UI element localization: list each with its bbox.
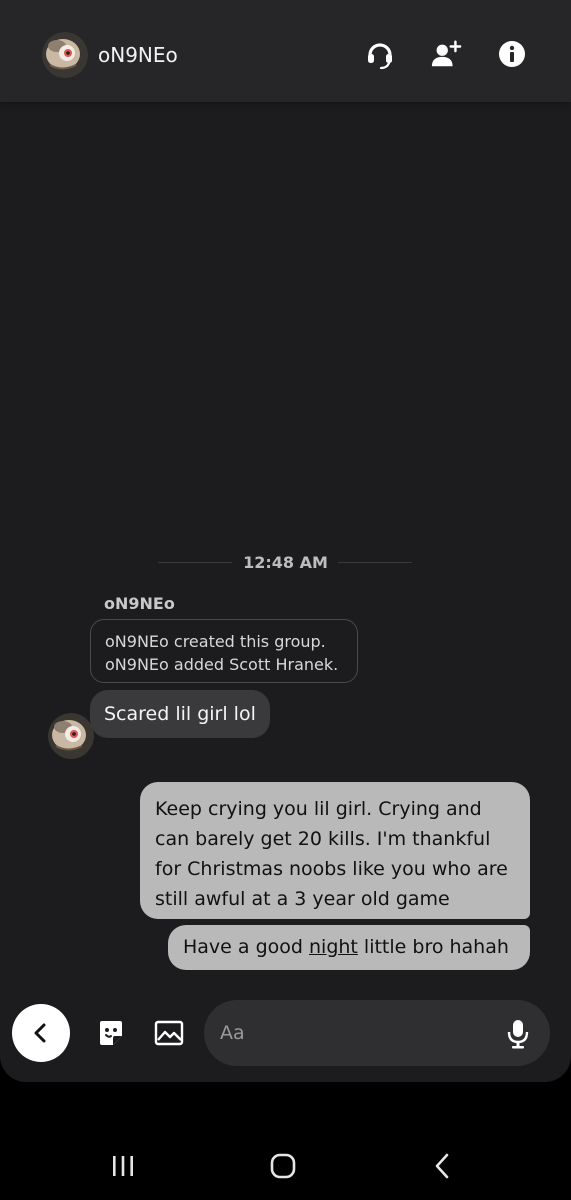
timestamp-divider: 12:48 AM	[0, 552, 571, 574]
message-input-container[interactable]	[204, 1000, 550, 1066]
message-line: can barely get 20 kills. I'm thankful	[155, 828, 491, 850]
image-icon[interactable]	[154, 1018, 184, 1048]
sender-avatar[interactable]	[48, 713, 94, 759]
group-avatar[interactable]	[42, 32, 88, 78]
message-composer	[0, 998, 571, 1074]
add-friend-icon[interactable]	[430, 38, 462, 70]
back-icon	[34, 1023, 46, 1043]
message-text: Have a good	[183, 936, 309, 958]
home-icon[interactable]	[263, 1146, 303, 1186]
nav-back-icon[interactable]	[423, 1146, 463, 1186]
chat-area: oN9NEo 12:48 AM oN9NEo oN9NEo created th…	[0, 0, 571, 1082]
timestamp: 12:48 AM	[243, 553, 328, 572]
screen: oN9NEo 12:48 AM oN9NEo oN9NEo created th…	[0, 0, 571, 1200]
message-text: little bro hahah	[357, 936, 509, 958]
outgoing-message-bubble[interactable]: Have a good night little bro hahah	[168, 925, 530, 970]
system-message: oN9NEo created this group. oN9NEo added …	[90, 619, 358, 683]
system-nav-bar	[0, 1128, 571, 1200]
divider-line-right	[338, 562, 412, 563]
message-line: for Christmas noobs like you who are	[155, 858, 508, 880]
recent-apps-icon[interactable]	[103, 1146, 143, 1186]
message-line: still awful at a 3 year old game	[155, 888, 450, 910]
sender-name: oN9NEo	[104, 594, 175, 613]
chat-header: oN9NEo	[0, 0, 571, 102]
system-line: oN9NEo created this group.	[105, 632, 326, 651]
message-input[interactable]	[220, 1022, 480, 1044]
outgoing-message-bubble[interactable]: Keep crying you lil girl. Crying and can…	[140, 782, 530, 919]
incoming-message-bubble[interactable]: Scared lil girl lol	[90, 690, 270, 738]
sticker-icon[interactable]	[96, 1018, 126, 1048]
microphone-icon[interactable]	[506, 1019, 530, 1049]
underlined-word[interactable]: night	[309, 936, 358, 958]
headset-icon[interactable]	[364, 38, 396, 70]
system-line: oN9NEo added Scott Hranek.	[105, 655, 339, 674]
chat-title[interactable]: oN9NEo	[98, 43, 178, 67]
info-icon[interactable]	[496, 38, 528, 70]
message-line: Keep crying you lil girl. Crying and	[155, 798, 482, 820]
back-button[interactable]	[12, 1004, 70, 1062]
